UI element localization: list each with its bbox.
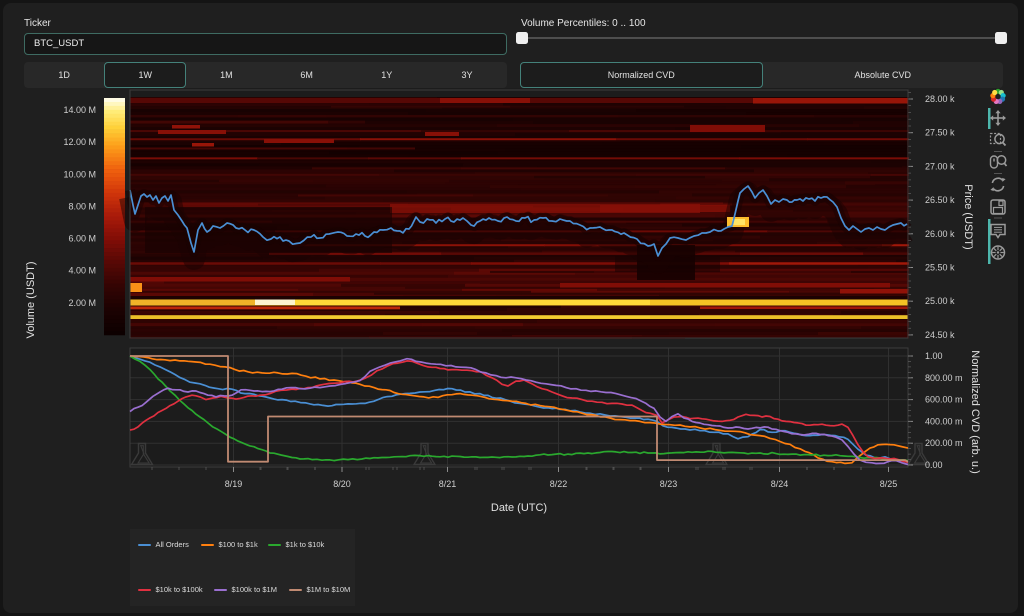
svg-text:25.50 k: 25.50 k <box>925 263 955 273</box>
svg-text:28.00 k: 28.00 k <box>925 94 955 104</box>
svg-text:6.00 M: 6.00 M <box>68 234 96 244</box>
svg-text:8/19: 8/19 <box>225 479 243 489</box>
svg-text:25.00 k: 25.00 k <box>925 296 955 306</box>
svg-text:8/23: 8/23 <box>660 479 678 489</box>
svg-text:14.00 M: 14.00 M <box>63 105 96 115</box>
svg-text:12.00 M: 12.00 M <box>63 137 96 147</box>
svg-text:0.00: 0.00 <box>925 460 943 470</box>
svg-text:400.00 m: 400.00 m <box>925 416 963 426</box>
svg-text:1.00: 1.00 <box>925 351 943 361</box>
svg-text:Volume (USDT): Volume (USDT) <box>25 261 37 338</box>
svg-text:Date (UTC): Date (UTC) <box>491 502 547 514</box>
svg-text:Normalized CVD (arb. u.): Normalized CVD (arb. u.) <box>969 350 981 473</box>
svg-text:10.00 M: 10.00 M <box>63 169 96 179</box>
svg-text:8/24: 8/24 <box>771 479 789 489</box>
svg-text:2.00 M: 2.00 M <box>68 298 96 308</box>
svg-text:8/21: 8/21 <box>439 479 457 489</box>
svg-text:4.00 M: 4.00 M <box>68 266 96 276</box>
svg-text:800.00 m: 800.00 m <box>925 373 963 383</box>
svg-text:24.50 k: 24.50 k <box>925 330 955 340</box>
svg-text:27.00 k: 27.00 k <box>925 161 955 171</box>
svg-text:Price (USDT): Price (USDT) <box>962 184 974 249</box>
svg-text:200.00 m: 200.00 m <box>925 438 963 448</box>
svg-text:26.00 k: 26.00 k <box>925 229 955 239</box>
svg-text:27.50 k: 27.50 k <box>925 128 955 138</box>
svg-text:8/20: 8/20 <box>333 479 351 489</box>
svg-text:8/25: 8/25 <box>880 479 898 489</box>
svg-text:8.00 M: 8.00 M <box>68 201 96 211</box>
svg-text:26.50 k: 26.50 k <box>925 195 955 205</box>
svg-text:600.00 m: 600.00 m <box>925 395 963 405</box>
svg-text:8/22: 8/22 <box>550 479 568 489</box>
